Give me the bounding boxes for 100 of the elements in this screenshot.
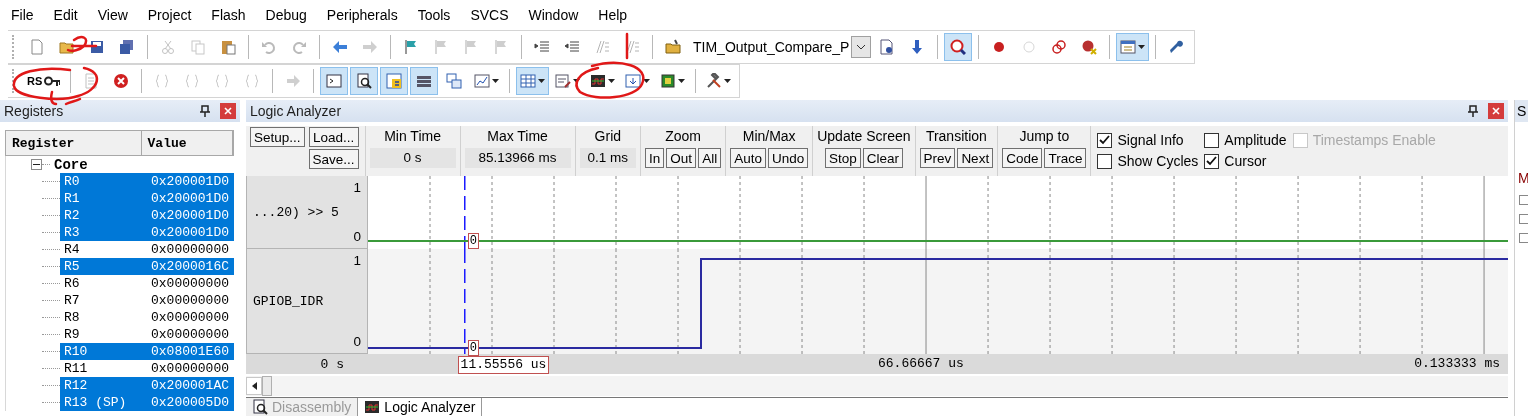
checkbox[interactable] bbox=[1204, 132, 1220, 148]
register-row[interactable]: R12 0x200001AC bbox=[60, 377, 234, 394]
save-all-icon bbox=[119, 39, 135, 55]
register-row[interactable]: R6 0x00000000 bbox=[60, 275, 234, 292]
checkmark-icon bbox=[1099, 134, 1111, 146]
tree-group-label[interactable]: Core bbox=[54, 156, 88, 173]
file-button[interactable]: Setup... bbox=[250, 127, 305, 147]
register-row[interactable]: R0 0x200001D0 bbox=[60, 173, 234, 190]
column-header[interactable]: Register bbox=[6, 131, 142, 155]
rings-icon bbox=[1051, 39, 1068, 55]
save-icon bbox=[89, 39, 105, 55]
register-row[interactable]: R13 (SP) 0x200005D0 bbox=[60, 394, 234, 411]
comment-icon bbox=[594, 39, 610, 55]
register-row[interactable]: R7 0x00000000 bbox=[60, 292, 234, 309]
checkbox[interactable] bbox=[1204, 153, 1220, 169]
right-arrow-icon bbox=[362, 39, 378, 55]
pin-button[interactable] bbox=[1466, 103, 1480, 119]
symbols-window-button[interactable] bbox=[380, 67, 409, 95]
analyzer-button[interactable]: Next bbox=[957, 148, 994, 168]
menu-item[interactable]: Project bbox=[137, 7, 202, 23]
tree-item[interactable]: M bbox=[1515, 170, 1528, 186]
register-name: R6 bbox=[64, 276, 81, 291]
caret-icon bbox=[492, 79, 500, 83]
option-checkbox[interactable]: Signal Info bbox=[1097, 132, 1199, 148]
register-row[interactable]: R1 0x200001D0 bbox=[60, 190, 234, 207]
analyzer-button[interactable]: Undo bbox=[767, 148, 809, 168]
signal-min: 0 bbox=[352, 229, 361, 244]
file-button[interactable]: Save... bbox=[308, 149, 359, 169]
close-icon bbox=[224, 107, 232, 115]
option-checkbox[interactable]: Cursor bbox=[1204, 153, 1287, 169]
menu-item[interactable]: Peripherals bbox=[316, 7, 408, 23]
option-checkbox[interactable]: Show Cycles bbox=[1097, 153, 1199, 169]
register-name: R4 bbox=[64, 242, 81, 257]
menu-item[interactable]: File bbox=[1, 7, 44, 23]
menu-item[interactable]: Flash bbox=[201, 7, 256, 23]
group-title: Min Time bbox=[384, 127, 441, 146]
signal-name[interactable]: GPIOB_IDR bbox=[253, 293, 361, 309]
close-icon bbox=[1492, 107, 1500, 115]
analyzer-button[interactable]: Out bbox=[666, 148, 697, 168]
debug-magnifier-button[interactable] bbox=[944, 33, 973, 61]
menu-item[interactable]: Help bbox=[588, 7, 638, 23]
scroll-left-button[interactable] bbox=[246, 377, 262, 395]
menu-item[interactable]: Debug bbox=[255, 7, 317, 23]
collapse-button[interactable] bbox=[31, 159, 42, 170]
window-icon bbox=[1120, 39, 1137, 55]
close-button[interactable] bbox=[1488, 103, 1504, 119]
file-button[interactable]: Load... bbox=[308, 127, 359, 147]
registers-window-button[interactable] bbox=[410, 67, 439, 95]
analyzer-button[interactable]: Prev bbox=[919, 148, 956, 168]
register-row[interactable]: R3 0x200001D0 bbox=[60, 224, 234, 241]
register-row[interactable]: R4 0x00000000 bbox=[60, 241, 234, 258]
scroll-thumb[interactable] bbox=[262, 376, 272, 396]
option-checkbox[interactable]: Amplitude bbox=[1204, 132, 1287, 148]
menu-item[interactable]: View bbox=[87, 7, 138, 23]
register-name: R8 bbox=[64, 310, 81, 325]
logic-analyzer-icon bbox=[590, 73, 607, 89]
axis-label: 66.66667 us bbox=[878, 356, 964, 371]
menu-item[interactable]: Edit bbox=[43, 7, 88, 23]
disassembly-button[interactable] bbox=[350, 67, 379, 95]
left-arrow-icon bbox=[332, 39, 348, 55]
analyzer-button[interactable]: Clear bbox=[862, 148, 903, 168]
column-header[interactable]: Value bbox=[141, 131, 233, 155]
register-value: 0x200001D0 bbox=[150, 191, 229, 206]
menu-item[interactable]: SVCS bbox=[460, 7, 519, 23]
window-button[interactable] bbox=[1116, 33, 1150, 61]
pin-button[interactable] bbox=[198, 103, 212, 119]
register-row[interactable]: R10 0x08001E60 bbox=[60, 343, 234, 360]
outdent-icon bbox=[564, 39, 580, 55]
menu-item[interactable]: Window bbox=[518, 7, 589, 23]
cursor-value: 0 bbox=[467, 233, 479, 249]
signal-max: 1 bbox=[352, 253, 361, 268]
key-button[interactable]: RS bbox=[23, 67, 65, 95]
menu-item[interactable]: Tools bbox=[407, 7, 461, 23]
register-value: 0x00000000 bbox=[150, 310, 229, 325]
memory-window-button[interactable] bbox=[516, 67, 550, 95]
disassembly-icon bbox=[252, 399, 268, 415]
analyzer-button[interactable]: Stop bbox=[824, 148, 861, 168]
register-row[interactable]: R11 0x00000000 bbox=[60, 360, 234, 377]
document-icon bbox=[29, 39, 45, 55]
cursor-time: 11.55556 us bbox=[457, 356, 550, 374]
analyzer-button[interactable]: Auto bbox=[730, 148, 766, 168]
caret-icon bbox=[724, 79, 732, 83]
analyzer-button[interactable]: Trace bbox=[1044, 148, 1087, 168]
time-readout: 0.1 ms bbox=[579, 148, 637, 168]
signal-name[interactable]: ...20) >> 5 bbox=[253, 204, 361, 220]
register-row[interactable]: R9 0x00000000 bbox=[60, 326, 234, 343]
checkbox[interactable] bbox=[1097, 153, 1113, 169]
command-window-icon bbox=[326, 73, 343, 89]
checkbox[interactable] bbox=[1097, 132, 1113, 148]
braces-icon bbox=[244, 73, 261, 89]
analyzer-button[interactable]: In bbox=[645, 148, 665, 168]
register-row[interactable]: R2 0x200001D0 bbox=[60, 207, 234, 224]
project-target-field[interactable]: TIM_Output_Compare_P bbox=[689, 35, 872, 59]
close-button[interactable] bbox=[220, 103, 236, 119]
analyzer-button[interactable]: All bbox=[698, 148, 722, 168]
register-row[interactable]: R8 0x00000000 bbox=[60, 309, 234, 326]
register-row[interactable]: R5 0x2000016C bbox=[60, 258, 234, 275]
register-name: R13 (SP) bbox=[64, 395, 128, 410]
group-title: Min/Max bbox=[742, 127, 796, 146]
analyzer-button[interactable]: Code bbox=[1002, 148, 1043, 168]
